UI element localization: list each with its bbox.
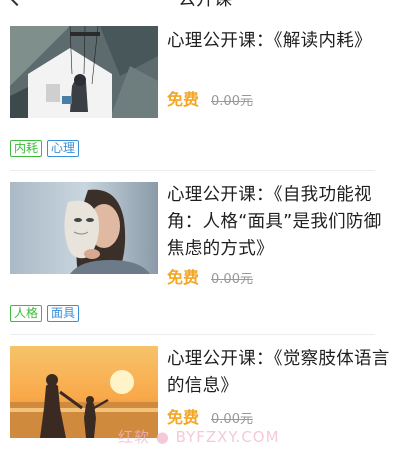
original-price: 0.00元 <box>211 272 253 287</box>
tag-list: 人格 面具 <box>10 305 80 322</box>
price: 免费 <box>167 268 200 287</box>
price-row: 免费 0.00元 <box>167 404 253 428</box>
original-price: 0.00元 <box>211 94 253 109</box>
tag[interactable]: 内耗 <box>10 140 43 157</box>
tag[interactable]: 人格 <box>10 305 43 322</box>
course-item[interactable]: 心理公开课：《自我功能视角：人格“面具”是我们防御焦虑的方式》 免费 0.00元… <box>0 170 410 335</box>
original-price: 0.00元 <box>211 412 253 427</box>
watermark: 红软 ● BYFZXY.COM <box>118 428 280 446</box>
course-title[interactable]: 心理公开课：《觉察肢体语言的信息》 <box>167 346 397 400</box>
course-item[interactable]: 心理公开课：《解读内耗》 免费 0.00元 内耗 心理 <box>0 0 410 170</box>
tag[interactable]: 心理 <box>47 140 80 157</box>
course-thumbnail[interactable] <box>10 346 158 438</box>
price-row: 免费 0.00元 <box>167 264 253 288</box>
course-thumbnail[interactable] <box>10 26 158 118</box>
course-title[interactable]: 心理公开课：《自我功能视角：人格“面具”是我们防御焦虑的方式》 <box>167 182 397 263</box>
tag[interactable]: 面具 <box>47 305 80 322</box>
price: 免费 <box>167 408 200 427</box>
price-row: 免费 0.00元 <box>167 86 253 110</box>
price: 免费 <box>167 90 200 109</box>
tag-list: 内耗 心理 <box>10 140 80 157</box>
course-thumbnail[interactable] <box>10 182 158 274</box>
course-title[interactable]: 心理公开课：《解读内耗》 <box>167 28 397 55</box>
